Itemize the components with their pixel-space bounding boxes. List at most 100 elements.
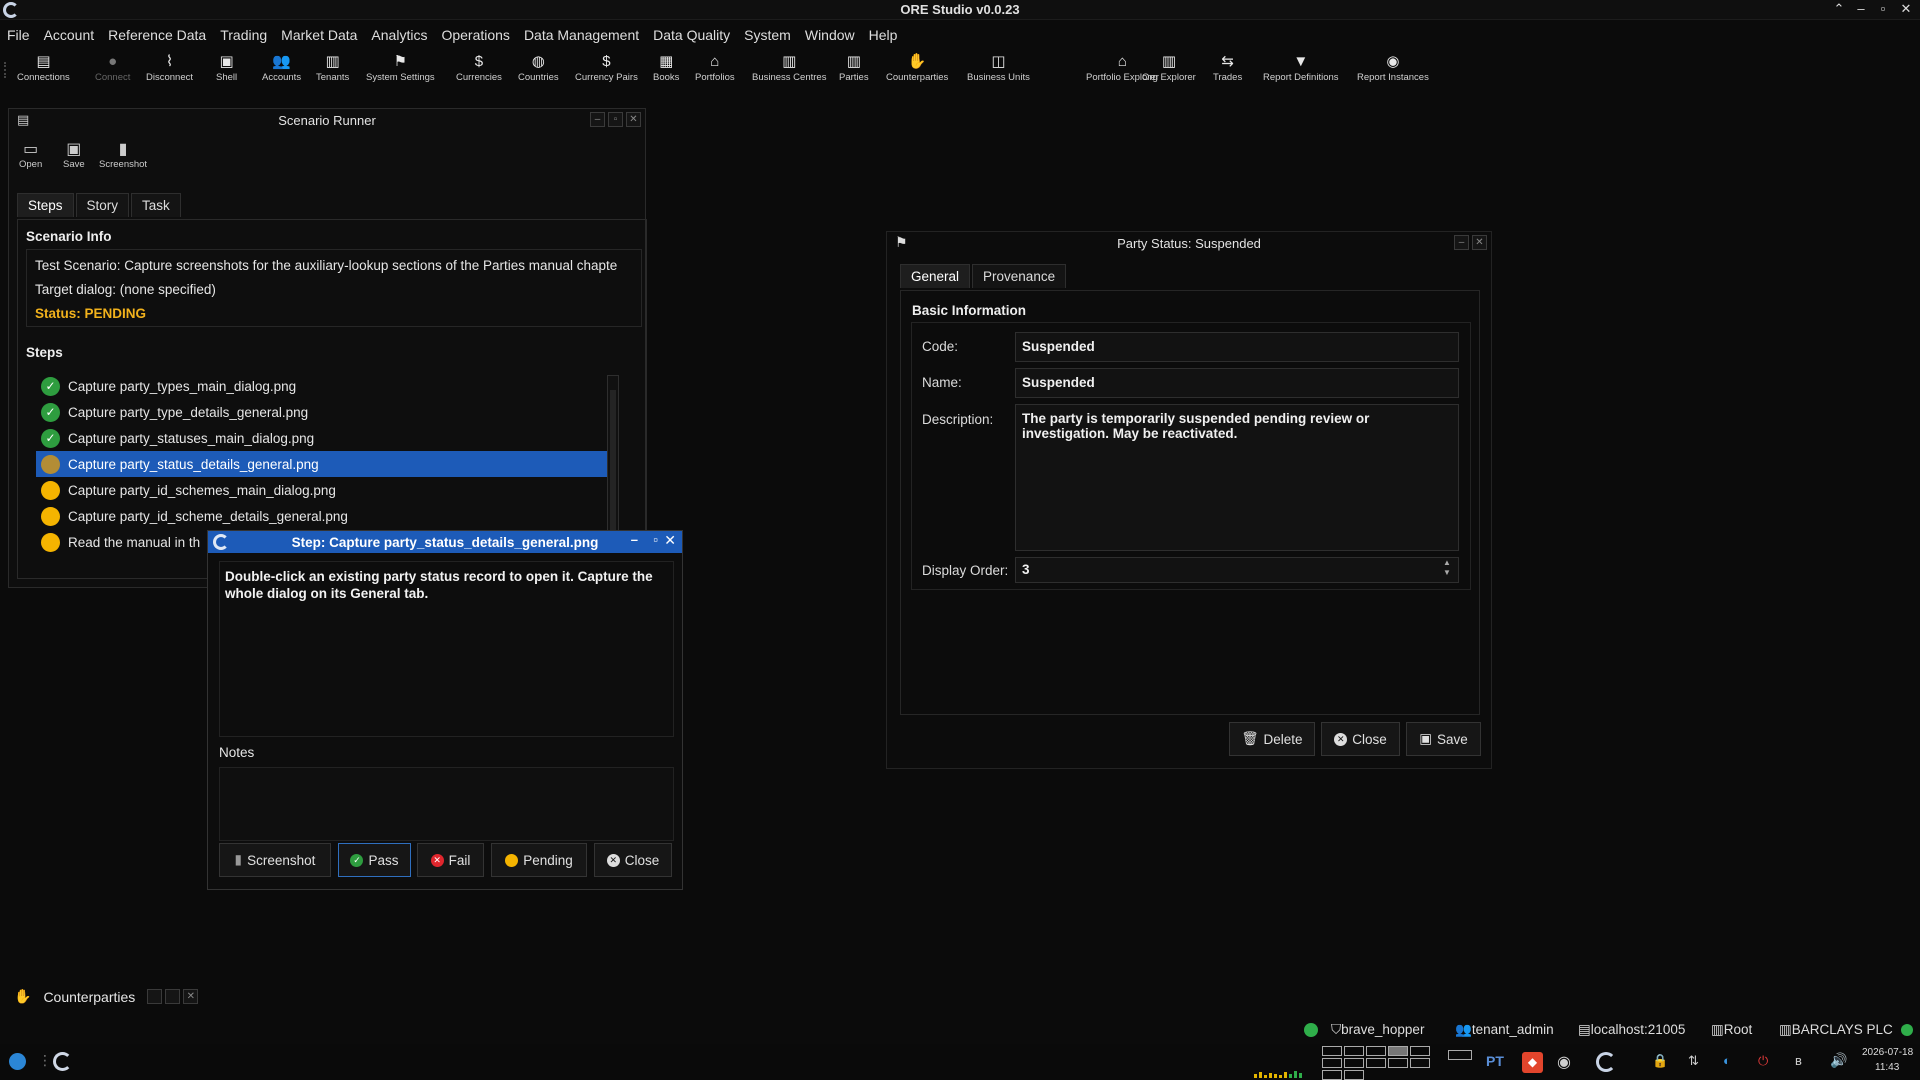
chevron-up-icon[interactable]: ⌃ [1830,1,1848,17]
tab-provenance[interactable]: Provenance [972,264,1067,288]
menu-system[interactable]: System [737,25,798,47]
minimize-icon[interactable]: – [631,532,638,547]
name-field[interactable]: Suspended [1015,368,1459,398]
close-button[interactable]: ✕ Close [1321,722,1400,756]
list-item[interactable]: ✓ Capture party_statuses_main_dialog.png [36,425,616,451]
menu-window[interactable]: Window [798,25,862,47]
tab-task[interactable]: Task [131,193,181,217]
close-icon[interactable]: ✕ [1472,235,1487,250]
toolbar-tenants[interactable]: ▥ Tenants [316,52,349,83]
party-status-titlebar[interactable]: ⚑ Party Status: Suspended – ✕ [887,232,1491,254]
steam-icon[interactable]: ◐ [1723,1053,1731,1068]
notes-field[interactable] [219,767,674,841]
minimize-icon[interactable]: – [1454,235,1469,250]
virtual-desktops[interactable] [1322,1046,1430,1080]
toolbar-trades[interactable]: ⇆ Trades [1213,52,1242,83]
save-button[interactable]: ▣ Save [63,139,85,170]
menu-file[interactable]: File [0,25,37,47]
toolbar-report-definitions[interactable]: ▼ Report Definitions [1263,52,1339,83]
scrollbar-thumb[interactable] [610,390,616,530]
volume-icon[interactable]: 🔊 [1830,1052,1847,1069]
ore-studio-task-icon[interactable] [53,1052,72,1071]
list-item[interactable]: Capture party_id_scheme_details_general.… [36,503,616,529]
display-order-field[interactable]: 3 [1015,557,1459,583]
open-button[interactable]: ▭ Open [19,139,42,170]
step-dialog-titlebar[interactable]: Step: Capture party_status_details_gener… [208,531,682,553]
bluetooth-icon[interactable]: ʙ [1795,1053,1802,1068]
screenshot-button[interactable]: ▮ Screenshot [219,843,331,877]
menu-data-quality[interactable]: Data Quality [646,25,737,47]
restore-icon[interactable] [147,989,163,1004]
clock-time[interactable]: 11:43 [1875,1062,1899,1073]
code-field[interactable]: Suspended [1015,332,1459,362]
toolbar-currency-pairs[interactable]: $ Currency Pairs [575,52,638,83]
minimize-icon[interactable]: – [590,112,605,127]
toolbar-parties[interactable]: ▥ Parties [839,52,869,83]
start-menu-icon[interactable] [9,1053,26,1070]
close-icon[interactable]: ✕ [183,989,199,1004]
ore-studio-tray-icon[interactable] [1596,1052,1616,1072]
toolbar-books[interactable]: ▦ Books [653,52,679,83]
menu-data-management[interactable]: Data Management [517,25,646,47]
steps-scrollbar[interactable] [607,375,619,535]
toolbar-org-explorer[interactable]: ▥ Org Explorer [1142,52,1196,83]
close-icon[interactable]: ✕ [664,532,676,549]
toolbar-counterparties[interactable]: ✋ Counterparties [886,52,948,83]
counterparties-dock[interactable]: ✋ Counterparties ✕ [14,988,199,1005]
desktop-thumb-extra[interactable] [1448,1050,1472,1060]
pending-button[interactable]: Pending [491,843,587,877]
menu-help[interactable]: Help [862,25,905,47]
toolbar-disconnect[interactable]: ⌇ Disconnect [146,52,193,83]
tab-steps[interactable]: Steps [17,193,74,217]
menu-operations[interactable]: Operations [434,25,516,47]
fail-button[interactable]: ✕ Fail [417,843,484,877]
screenshot-button[interactable]: ▮ Screenshot [99,139,147,170]
clock-date[interactable]: 2026-07-18 [1862,1047,1913,1058]
toolbar-connections[interactable]: ▤ Connections [17,52,70,83]
maximize-icon[interactable] [165,989,181,1004]
close-icon[interactable]: ✕ [626,112,641,127]
network-icon[interactable]: ⇅ [1688,1053,1699,1069]
maximize-icon[interactable]: ▫ [608,112,623,127]
keyboard-layout[interactable]: PT [1486,1053,1504,1069]
spinner-arrows-icon[interactable]: ▲ ▼ [1443,558,1451,578]
toolbar-system-settings[interactable]: ⚑ System Settings [366,52,435,83]
list-item[interactable]: ✓ Capture party_type_details_general.png [36,399,616,425]
scenario-runner-titlebar[interactable]: ▤ Scenario Runner – ▫ ✕ [9,109,645,131]
minimize-icon[interactable]: – [1852,1,1870,16]
toolbar-connect[interactable]: ● Connect [95,52,130,83]
toolbar-business-units[interactable]: ◫ Business Units [967,52,1030,83]
menu-account[interactable]: Account [37,25,102,47]
toolbar-accounts[interactable]: 👥 Accounts [262,52,301,83]
pass-button[interactable]: ✓ Pass [338,843,411,877]
list-item-selected[interactable]: Capture party_status_details_general.png [36,451,616,477]
list-item[interactable]: Capture party_id_schemes_main_dialog.png [36,477,616,503]
toolbar-shell[interactable]: ▣ Shell [216,52,237,83]
list-item[interactable]: ✓ Capture party_types_main_dialog.png [36,373,616,399]
power-icon[interactable]: ⏻ [1758,1053,1768,1069]
delete-button[interactable]: 🗑 Delete [1229,722,1315,756]
root-status: ▥ Root [1711,1022,1753,1037]
save-button[interactable]: ▣ Save [1406,722,1481,756]
menu-analytics[interactable]: Analytics [364,25,434,47]
tab-story[interactable]: Story [75,193,130,217]
toolbar-portfolios[interactable]: ⌂ Portfolios [695,52,735,83]
maximize-icon[interactable]: ▫ [653,532,658,547]
git-icon[interactable]: ◆ [1522,1052,1543,1073]
toolbar-business-centres[interactable]: ▥ Business Centres [752,52,826,83]
menu-reference-data[interactable]: Reference Data [101,25,213,47]
report-instances-icon: ◉ [1386,53,1400,70]
menu-trading[interactable]: Trading [213,25,274,47]
description-field[interactable]: The party is temporarily suspended pendi… [1015,404,1459,551]
close-button[interactable]: ✕ Close [594,843,672,877]
close-icon[interactable]: ✕ [1897,1,1915,17]
toolbar-currencies[interactable]: $ Currencies [456,52,502,83]
menu-market-data[interactable]: Market Data [274,25,364,47]
toolbar-report-instances[interactable]: ◉ Report Instances [1357,52,1429,83]
tab-general[interactable]: General [900,264,971,288]
lock-icon[interactable]: 🔒 [1652,1053,1668,1069]
maximize-icon[interactable]: ▫ [1874,1,1892,16]
scenario-tabs: Steps Story Task [17,193,181,217]
toolbar-countries[interactable]: ◍ Countries [518,52,559,83]
discord-icon[interactable]: ◉ [1557,1052,1571,1072]
